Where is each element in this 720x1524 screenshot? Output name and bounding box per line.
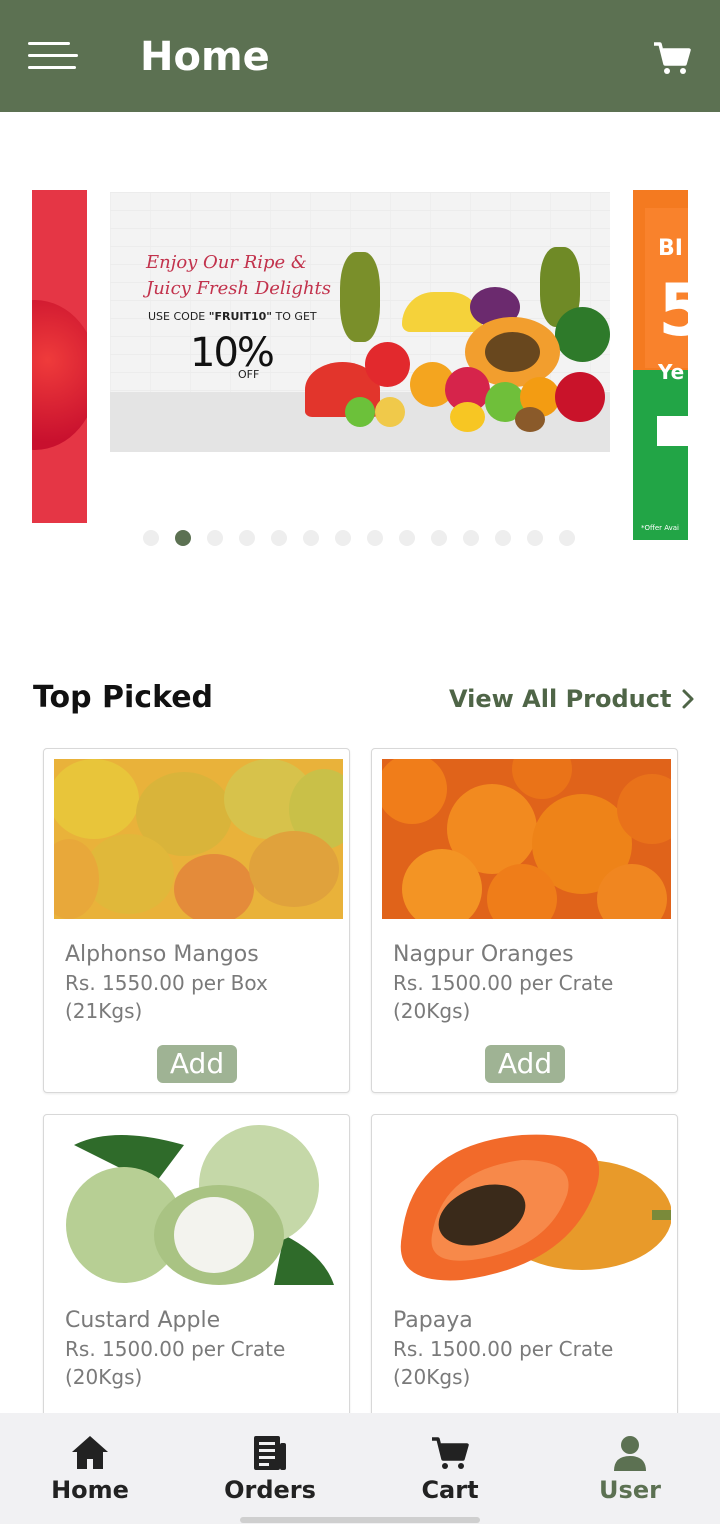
user-icon	[614, 1436, 646, 1471]
product-card[interactable]: Nagpur Oranges Rs. 1500.00 per Crate (20…	[371, 748, 678, 1093]
carousel-dot[interactable]	[207, 530, 223, 546]
view-all-label: View All Product	[449, 685, 672, 713]
nav-user-label: User	[599, 1476, 661, 1504]
next-slide-note: *Offer Avai	[641, 524, 679, 532]
product-name: Custard Apple	[65, 1308, 221, 1333]
nav-home-label: Home	[51, 1476, 129, 1504]
product-price: Rs. 1500.00 per Crate (20Kgs)	[393, 1337, 614, 1389]
promo-headline-line1: Enjoy Our Ripe &	[146, 252, 307, 273]
carousel-dot[interactable]	[463, 530, 479, 546]
nav-orders[interactable]: Orders	[180, 1413, 360, 1524]
section-title: Top Picked	[33, 680, 214, 715]
orders-icon	[254, 1436, 286, 1470]
carousel-dot[interactable]	[431, 530, 447, 546]
nav-cart-label: Cart	[421, 1476, 479, 1504]
next-slide-text-3: Ye	[658, 360, 685, 384]
nav-cart[interactable]: Cart	[360, 1413, 540, 1524]
chevron-right-icon	[682, 689, 694, 709]
carousel-dot[interactable]	[367, 530, 383, 546]
product-image-mango	[54, 759, 343, 919]
home-indicator	[240, 1517, 480, 1523]
promo-off-label: OFF	[238, 368, 260, 381]
promo-percent: 10%	[190, 330, 275, 376]
home-icon	[72, 1436, 108, 1469]
carousel-dot[interactable]	[527, 530, 543, 546]
promo-headline-line2: Juicy Fresh Delights	[146, 278, 332, 299]
product-price: Rs. 1500.00 per Crate (20Kgs)	[393, 971, 614, 1023]
add-to-cart-button[interactable]: Add	[485, 1045, 565, 1083]
product-price: Rs. 1500.00 per Crate (20Kgs)	[65, 1337, 286, 1389]
carousel-dot[interactable]	[495, 530, 511, 546]
carousel-slide-previous[interactable]	[32, 190, 87, 523]
carousel-dot[interactable]	[271, 530, 287, 546]
next-slide-text-1: BI	[658, 236, 683, 261]
carousel-dot[interactable]	[175, 530, 191, 546]
view-all-products-link[interactable]: View All Product	[449, 682, 695, 716]
product-name: Papaya	[393, 1308, 473, 1333]
add-to-cart-button[interactable]: Add	[157, 1045, 237, 1083]
carousel-dot[interactable]	[399, 530, 415, 546]
carousel-dot[interactable]	[239, 530, 255, 546]
hamburger-menu-icon[interactable]	[28, 42, 78, 72]
next-slide-text-2: 5	[658, 268, 688, 352]
carousel-pagination	[143, 530, 575, 546]
bottom-navigation: Home Orders Cart User	[0, 1413, 720, 1524]
app-header: Home	[0, 0, 720, 112]
product-card[interactable]: Papaya Rs. 1500.00 per Crate (20Kgs)	[371, 1114, 678, 1444]
product-image-custard-apple	[54, 1125, 343, 1285]
product-card[interactable]: Alphonso Mangos Rs. 1550.00 per Box (21K…	[43, 748, 350, 1093]
carousel-dot[interactable]	[143, 530, 159, 546]
carousel-slide-next[interactable]: BI 5 Ye *Offer Avai	[633, 190, 688, 540]
cart-icon[interactable]	[652, 38, 692, 78]
product-image-orange	[382, 759, 671, 919]
nav-user[interactable]: User	[540, 1413, 720, 1524]
carousel-dot[interactable]	[559, 530, 575, 546]
carousel-dot[interactable]	[335, 530, 351, 546]
nav-home[interactable]: Home	[0, 1413, 180, 1524]
carousel-dot[interactable]	[303, 530, 319, 546]
product-name: Alphonso Mangos	[65, 942, 259, 967]
promo-code-text: USE CODE "FRUIT10" TO GET	[148, 310, 317, 323]
page-title: Home	[140, 34, 270, 80]
apple-image	[32, 300, 87, 450]
nav-orders-label: Orders	[224, 1476, 316, 1504]
product-card[interactable]: Custard Apple Rs. 1500.00 per Crate (20K…	[43, 1114, 350, 1444]
product-name: Nagpur Oranges	[393, 942, 574, 967]
carousel-slide-current[interactable]: Enjoy Our Ripe & Juicy Fresh Delights US…	[110, 192, 610, 452]
product-image-papaya	[382, 1125, 671, 1285]
cart-icon	[432, 1437, 469, 1469]
product-price: Rs. 1550.00 per Box (21Kgs)	[65, 971, 268, 1023]
